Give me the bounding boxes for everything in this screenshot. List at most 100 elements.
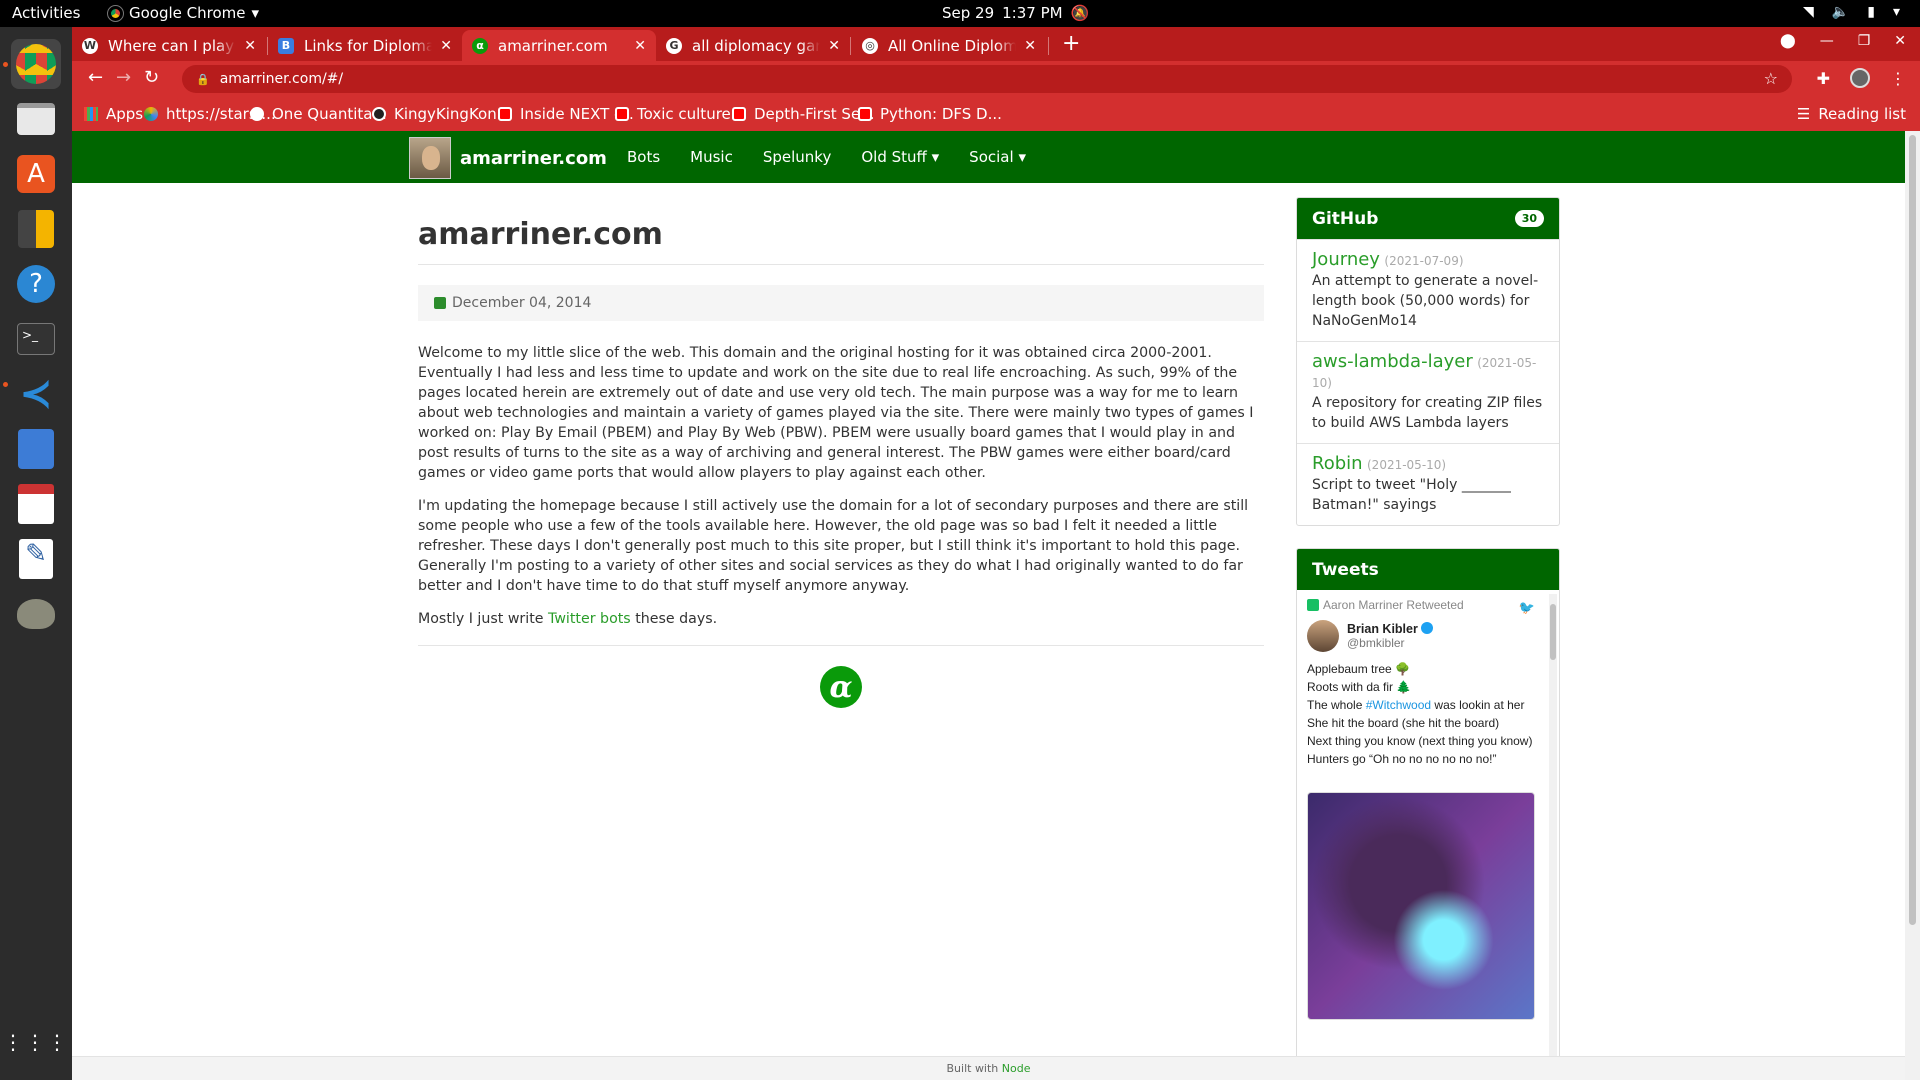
tab-title: Links for Diplomacy | Ultra	[304, 36, 433, 55]
tab-search-icon[interactable]: ⬤	[1780, 33, 1796, 49]
address-bar[interactable]: 🔒 amarriner.com/#/ ☆	[182, 65, 1792, 93]
close-icon[interactable]: ✕	[634, 38, 646, 54]
github-panel-header: GitHub 30	[1297, 198, 1559, 239]
repo-link[interactable]: Robin	[1312, 453, 1363, 474]
bookmark-inside-next[interactable]: Inside NEXT -...	[498, 105, 634, 123]
kebab-menu-icon[interactable]: ⋮	[1890, 69, 1906, 88]
minimize-icon[interactable]: —	[1820, 33, 1834, 49]
repo-link[interactable]: aws-lambda-layer	[1312, 351, 1473, 372]
wordpress-favicon-icon: W	[82, 37, 98, 54]
site-brand[interactable]: amarriner.com	[409, 137, 607, 179]
tab-all-online-diplomacy[interactable]: ◎ All Online Diplomacy Web ✕	[852, 30, 1046, 61]
dock-files[interactable]	[11, 94, 61, 144]
app-grid-icon: ⋮⋮⋮	[3, 1030, 69, 1054]
dock-document-viewer[interactable]	[11, 479, 61, 529]
nav-spelunky[interactable]: Spelunky	[763, 148, 831, 166]
chrome-icon	[16, 44, 56, 84]
dock-tasks[interactable]	[11, 424, 61, 474]
node-link[interactable]: Node	[1002, 1062, 1031, 1075]
tab-amarriner[interactable]: α amarriner.com ✕	[462, 30, 656, 61]
nav-music[interactable]: Music	[690, 148, 733, 166]
profile-avatar[interactable]	[1850, 68, 1870, 88]
tweet-author[interactable]: Brian Kibler @bmkibler	[1307, 620, 1537, 652]
software-center-icon: A	[17, 155, 55, 193]
bookmark-label: Toxic culture...	[637, 105, 746, 123]
show-applications-button[interactable]: ⋮⋮⋮	[3, 1017, 67, 1067]
tab-where-can-i-play[interactable]: W Where can I play Diplomacy ✕	[72, 30, 266, 61]
tweet-scrollbar[interactable]	[1549, 594, 1557, 1064]
dock-chrome[interactable]	[11, 39, 61, 89]
twitter-bots-link[interactable]: Twitter bots	[548, 611, 631, 627]
bookmark-favicon-icon: B	[278, 37, 294, 54]
clock[interactable]: Sep 29 1:37 PM 🔕	[942, 4, 1089, 22]
avatar	[409, 137, 451, 179]
dock-vscode[interactable]: ≺	[11, 369, 61, 419]
bookmark-kingykingkong[interactable]: KingyKingKon...	[372, 105, 511, 123]
nav-bots[interactable]: Bots	[627, 148, 660, 166]
extensions-puzzle-icon[interactable]: ✚	[1817, 69, 1830, 88]
battery-icon: ▮	[1867, 4, 1875, 20]
dock-help[interactable]: ?	[11, 259, 61, 309]
twitter-bird-icon[interactable]: 🐦	[1519, 600, 1535, 616]
bookmark-star-icon[interactable]: ☆	[1764, 69, 1778, 88]
tweets-panel: Tweets Aaron Marriner Retweeted 🐦 Brian …	[1296, 548, 1560, 1068]
bookmark-label: Apps	[106, 105, 144, 123]
repo-item: Journey (2021-07-09) An attempt to gener…	[1297, 239, 1559, 341]
tab-links-for-diplomacy[interactable]: B Links for Diplomacy | Ultra ✕	[268, 30, 462, 61]
post-date: December 04, 2014	[452, 295, 592, 311]
bookmark-one-quantitative[interactable]: One Quantita...	[250, 105, 387, 123]
nav-social[interactable]: Social ▾	[969, 148, 1026, 166]
reload-icon[interactable]: ↻	[144, 67, 159, 88]
dock-text-editor[interactable]: ✎	[11, 534, 61, 584]
notifications-muted-icon: 🔕	[1070, 4, 1090, 22]
main-content: amarriner.com December 04, 2014 Welcome …	[418, 183, 1264, 708]
retweet-text: Aaron Marriner Retweeted	[1323, 598, 1464, 612]
close-window-icon[interactable]: ✕	[1894, 33, 1906, 49]
maximize-icon[interactable]: ❐	[1858, 33, 1871, 49]
back-arrow-icon[interactable]: ←	[88, 67, 103, 88]
dock-calculator[interactable]	[11, 204, 61, 254]
bookmark-apps[interactable]: Apps	[84, 105, 143, 123]
tweet-image[interactable]	[1307, 792, 1535, 1020]
address-url: amarriner.com/#/	[219, 71, 344, 87]
dock-software[interactable]: A	[11, 149, 61, 199]
document-viewer-icon	[18, 484, 54, 524]
repo-description: Script to tweet "Holy _______ Batman!" s…	[1312, 477, 1511, 513]
system-tray[interactable]: ◥ 🔈 ▮ ▾	[1803, 4, 1900, 20]
chevron-down-icon: ▾	[1018, 148, 1026, 166]
chrome-icon	[107, 4, 124, 22]
bookmark-toxic-culture[interactable]: Toxic culture...	[615, 105, 745, 123]
bookmark-depth-first-search[interactable]: Depth-First Se...	[732, 105, 875, 123]
browser-chrome: W Where can I play Diplomacy ✕ B Links f…	[72, 27, 1920, 131]
hashtag-link[interactable]: #Witchwood	[1366, 698, 1431, 712]
repo-link[interactable]: Journey	[1312, 249, 1380, 270]
forward-arrow-icon[interactable]: →	[116, 67, 131, 88]
dock-gimp[interactable]	[11, 589, 61, 639]
close-icon[interactable]: ✕	[828, 38, 840, 54]
reading-list-icon: ☰	[1796, 105, 1811, 123]
nav-old-stuff[interactable]: Old Stuff ▾	[861, 148, 939, 166]
activities-button[interactable]: Activities	[12, 4, 80, 22]
close-icon[interactable]: ✕	[1024, 38, 1036, 54]
tweet-line: Next thing you know (next thing you know…	[1307, 734, 1533, 748]
post-paragraph-2: I'm updating the homepage because I stil…	[418, 498, 1249, 594]
bookmark-python-dfs[interactable]: Python: DFS D...	[858, 105, 1002, 123]
close-icon[interactable]: ✕	[440, 38, 452, 54]
post-date-bar: December 04, 2014	[418, 285, 1264, 321]
dock-terminal[interactable]: >_	[11, 314, 61, 364]
reading-list-button[interactable]: ☰ Reading list	[1797, 105, 1906, 123]
verified-badge-icon	[1420, 622, 1433, 634]
close-icon[interactable]: ✕	[244, 38, 256, 54]
toolbar-actions: ✚ ⋮	[1817, 68, 1906, 88]
repo-count-badge: 30	[1514, 210, 1544, 227]
app-menu[interactable]: Google Chrome ▾	[107, 4, 259, 22]
alpha-favicon-icon: α	[472, 37, 488, 54]
clock-time: 1:37 PM	[1002, 4, 1063, 22]
tweet-line: Roots with da fir 🌲	[1307, 680, 1412, 694]
tweet-timeline[interactable]: Aaron Marriner Retweeted 🐦 Brian Kibler …	[1297, 590, 1559, 1067]
new-tab-button[interactable]: +	[1062, 31, 1080, 56]
page-scrollbar[interactable]	[1905, 131, 1920, 1080]
stars-favicon-icon	[144, 107, 158, 121]
system-top-bar: Activities Google Chrome ▾ Sep 29 1:37 P…	[0, 0, 1920, 27]
tab-all-diplomacy-game-sights[interactable]: G all diplomacy game sights ✕	[656, 30, 850, 61]
